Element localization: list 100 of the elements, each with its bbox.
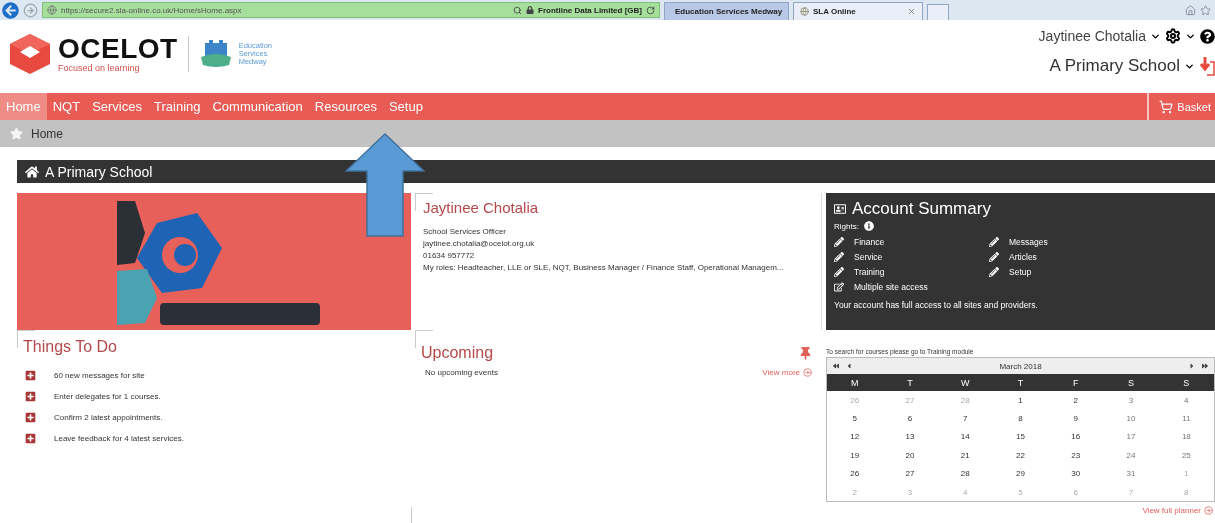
school-selector[interactable]: A Primary School (1049, 56, 1180, 76)
previous-month-button[interactable] (845, 362, 853, 370)
expand-button[interactable] (25, 391, 36, 402)
calendar-day[interactable]: 17 (1103, 427, 1159, 447)
previous-year-button[interactable] (833, 363, 839, 369)
browser-tab[interactable]: Education Services Medway (664, 2, 789, 20)
nav-tab[interactable]: Resources (308, 93, 383, 120)
calendar-day[interactable]: 25 (1158, 446, 1214, 465)
panel-title: Upcoming (420, 344, 494, 362)
panel-title: Account Summary (852, 199, 991, 219)
calendar-day[interactable]: 16 (1048, 427, 1104, 447)
right-label: Articles (1009, 252, 1037, 262)
profile-roles: My roles: Headteacher, LLE or SLE, NQT, Business Manager / Finance Staff, Operational Managem... (423, 262, 785, 274)
lock-icon (526, 6, 534, 14)
right-label: Multiple site access (854, 282, 928, 292)
view-more-link[interactable]: View more (762, 368, 812, 377)
calendar-day[interactable]: 12 (827, 427, 883, 447)
breadcrumb-link[interactable]: Home (31, 126, 63, 141)
calendar-day[interactable]: 13 (882, 427, 938, 447)
view-full-planner-link[interactable]: View full planner (1142, 506, 1213, 516)
settings-button[interactable] (1165, 28, 1181, 44)
access-note: Your account has full access to all sites and providers. (834, 300, 1039, 310)
refresh-icon (646, 5, 655, 15)
right-label: Service (854, 252, 883, 262)
calendar-day[interactable]: 15 (992, 427, 1049, 447)
todo-text: Confirm 2 latest appointments. (54, 413, 163, 422)
todo-text: Leave feedback for 4 latest services. (54, 434, 184, 443)
calendar-day[interactable]: 5 (827, 409, 883, 428)
info-icon (863, 221, 874, 231)
next-month-button[interactable] (1188, 362, 1196, 370)
calendar-day[interactable]: 30 (1048, 464, 1104, 483)
pin-button[interactable] (799, 346, 812, 360)
calendar-day[interactable]: 2 (1048, 391, 1104, 410)
calendar-day[interactable]: 18 (1158, 427, 1214, 447)
calendar-day[interactable]: 14 (937, 427, 993, 447)
page-title: A Primary School (45, 163, 153, 180)
browser-tab[interactable]: SLA Online (793, 2, 923, 20)
profile-email: jaytinee.chotalia@ocelot.org.uk (423, 238, 536, 250)
weekday-header: W (937, 374, 993, 391)
calendar-day[interactable]: 4 (937, 482, 993, 502)
calendar-day[interactable]: 8 (992, 409, 1049, 428)
calendar-day[interactable]: 20 (882, 446, 938, 465)
weekday-header: M (827, 374, 883, 391)
calendar-day[interactable]: 1 (992, 391, 1049, 410)
right-label: Setup (1009, 267, 1032, 277)
card-icon (834, 203, 846, 215)
right-label: Training (854, 267, 885, 277)
nav-tab[interactable]: NQT (46, 93, 87, 120)
todo-text: 60 new messages for site (54, 371, 145, 380)
calendar-day[interactable]: 29 (992, 464, 1049, 483)
calendar-day[interactable]: 31 (1103, 464, 1159, 483)
calendar-day[interactable]: 6 (882, 409, 938, 428)
calendar-day[interactable]: 9 (1048, 409, 1104, 428)
address-bar[interactable]: https://secure2.sla-online.co.uk/Home/sHome.aspx Frontline Data Limited [GB] (42, 2, 660, 18)
pencil-icon (989, 252, 999, 262)
weekday-header: S (1158, 374, 1214, 391)
calendar-day[interactable]: 7 (937, 409, 993, 428)
nav-tab[interactable]: Services (86, 93, 148, 120)
building-logo-icon (198, 38, 233, 69)
next-year-button[interactable] (1202, 363, 1208, 369)
rights-label: Rights: (834, 221, 859, 231)
calendar-day[interactable]: 11 (1158, 409, 1214, 428)
user-menu[interactable]: Jaytinee Chotalia (1038, 28, 1146, 44)
pencil-icon (834, 267, 844, 277)
calendar-month: March 2018 (998, 361, 1043, 371)
expand-button[interactable] (25, 433, 36, 444)
right-label: Messages (1009, 237, 1048, 247)
globe-icon (800, 7, 809, 16)
logo-name: OCELOT (58, 34, 178, 63)
arrow-circle-icon (803, 368, 812, 377)
search-icon (513, 5, 522, 15)
calendar-day[interactable]: 23 (1048, 446, 1104, 465)
nav-tab[interactable]: Setup (382, 93, 429, 120)
logout-button[interactable] (1199, 56, 1215, 76)
empty-message: No upcoming events (425, 368, 498, 377)
calendar-day[interactable]: 4 (1158, 391, 1214, 410)
calendar-day[interactable]: 24 (1103, 446, 1159, 465)
calendar-day[interactable]: 26 (827, 464, 883, 483)
nav-tab[interactable]: Communication (206, 93, 309, 120)
calendar-day[interactable]: 22 (992, 446, 1049, 465)
arrow-circle-icon (1204, 506, 1213, 516)
weekday-header: T (992, 374, 1049, 391)
calendar-day[interactable]: 28 (937, 464, 993, 483)
star-icon (10, 127, 23, 140)
calendar-day[interactable]: 3 (1103, 391, 1159, 410)
nav-tab[interactable]: Training (148, 93, 207, 120)
expand-button[interactable] (25, 370, 36, 381)
pencil-icon (989, 237, 999, 247)
calendar-day[interactable]: 10 (1103, 409, 1159, 428)
weekday-header: S (1103, 374, 1159, 391)
profile-role: School Services Officer (423, 226, 507, 238)
calendar-day[interactable]: 27 (882, 464, 938, 483)
logo-tagline: Focused on learning (58, 62, 141, 73)
calendar-day[interactable]: 19 (827, 446, 883, 465)
calendar-day[interactable]: 21 (937, 446, 993, 465)
back-button[interactable] (2, 1, 19, 19)
expand-button[interactable] (25, 412, 36, 423)
edit-box-icon (834, 282, 844, 292)
weekday-header: F (1048, 374, 1104, 391)
help-button[interactable] (1200, 28, 1215, 44)
